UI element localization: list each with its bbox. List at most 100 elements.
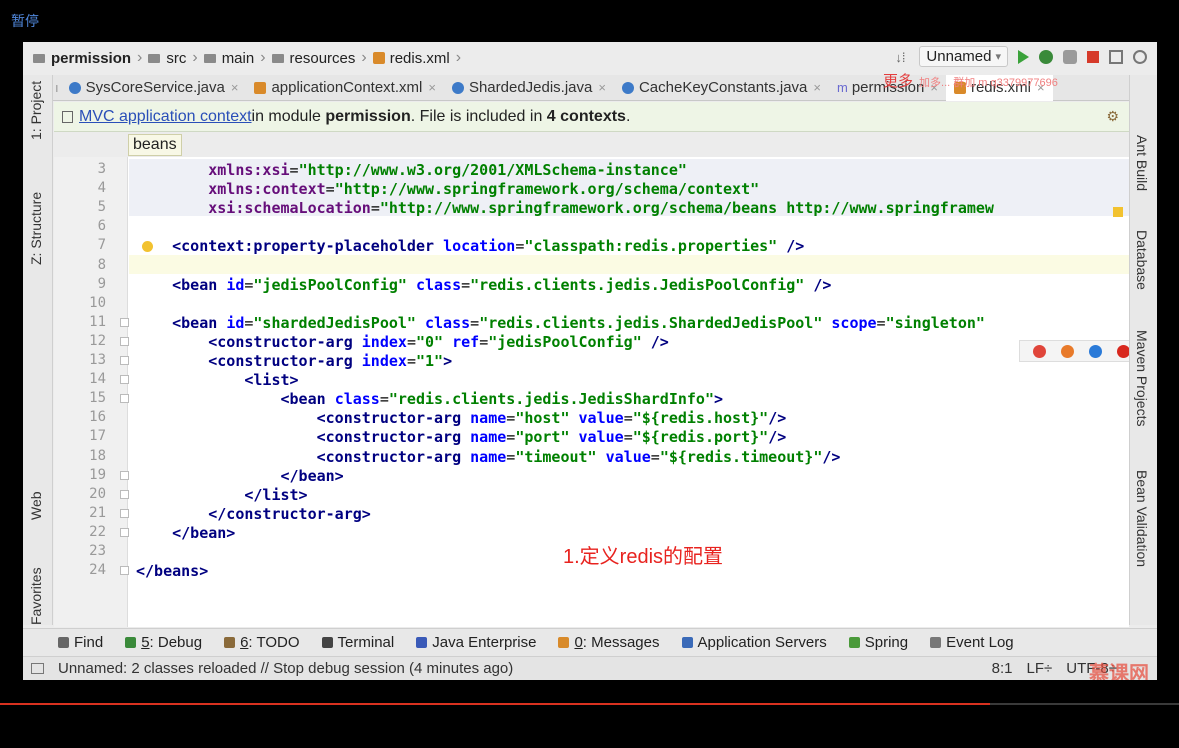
tool-tab-application-servers[interactable]: Application Servers [681,634,827,651]
coverage-icon[interactable] [1063,49,1077,64]
settings-icon[interactable]: ⚙ [1106,108,1119,125]
status-message: Unnamed: 2 classes reloaded // Stop debu… [58,660,514,677]
breadcrumb-main[interactable]: main › [203,49,272,67]
code-line[interactable]: <constructor-arg name="port" value="${re… [136,428,787,446]
tool-tab-label: Terminal [337,634,395,651]
debug-icon[interactable] [1039,49,1053,64]
fold-marker-icon[interactable] [120,470,129,480]
sort-icon[interactable]: ↓⁞ [895,50,909,65]
line-separator[interactable]: LF÷ [1027,660,1053,677]
tool-ant-build[interactable]: Ant Build [1134,135,1150,191]
breadcrumb-src[interactable]: src › [148,49,203,67]
tool-web[interactable]: Web [28,491,44,520]
search-icon[interactable] [1133,49,1147,64]
code-line[interactable]: </beans> [136,562,208,580]
code-line[interactable]: <constructor-arg name="host" value="${re… [136,409,787,428]
layout-icon[interactable] [1109,49,1123,64]
tab-syscoreservice[interactable]: SysCoreService.java × [61,75,247,101]
code-line[interactable]: <list> [136,371,298,389]
folder-icon [33,53,45,63]
event-log-icon [930,637,942,648]
close-icon[interactable]: × [813,80,821,95]
fold-marker-icon[interactable] [120,317,129,327]
tool-favorites[interactable]: Favorites [28,567,44,625]
tool-tab-find[interactable]: Find [58,634,103,651]
status-bar: Unnamed: 2 classes reloaded // Stop debu… [23,656,1157,680]
tab-cachekeyconstants[interactable]: CacheKeyConstants.java × [614,75,829,101]
tool-tab-java-enterprise[interactable]: Java Enterprise [416,634,536,651]
code-line[interactable]: <bean class="redis.clients.jedis.JedisSh… [136,390,724,409]
left-tool-strip: 1: Project Z: Structure Web Favorites [23,75,53,625]
fold-marker-icon[interactable] [120,508,129,518]
code-token: <constructor-arg [208,332,362,351]
code-line[interactable]: xsi:schemaLocation="http://www.springfra… [136,199,994,217]
fold-marker-icon[interactable] [120,566,129,576]
code-line[interactable]: </bean> [136,467,344,485]
breadcrumb-permission[interactable]: permission › [33,49,148,67]
code-line[interactable]: <constructor-arg index="1"> [136,352,452,370]
code-line[interactable]: xmlns:xsi="http://www.w3.org/2001/XMLSch… [136,161,687,179]
tool-tab-event-log[interactable]: Event Log [930,634,1014,651]
right-tool-strip: Ant Build Database Maven Projects Bean V… [1129,75,1157,625]
code-token: "host" [515,409,570,428]
safari-icon[interactable] [1088,344,1102,358]
tab-shardedjedis[interactable]: ShardedJedis.java × [444,75,614,101]
video-progress-bar[interactable] [0,703,1179,705]
code-line[interactable]: <constructor-arg name="timeout" value="$… [136,447,841,466]
chrome-icon[interactable] [1033,344,1047,358]
tool-tab-debug[interactable]: 5: Debug [125,634,202,651]
run-config-selector[interactable]: Unnamed ▾ [919,46,1008,67]
code-token: "singleton" [885,313,985,332]
fold-marker-icon[interactable] [120,394,129,404]
fold-marker-icon[interactable] [120,489,129,499]
code-line[interactable]: </constructor-arg> [136,505,371,523]
code-line[interactable]: <context:property-placeholder location="… [136,237,804,255]
code-line[interactable]: </list> [136,486,307,504]
line-number: 21 [89,504,106,521]
fold-marker-icon[interactable] [120,356,129,365]
line-number: 9 [97,275,106,292]
code-line[interactable]: <bean id="jedisPoolConfig" class="redis.… [136,276,831,294]
tool-project[interactable]: 1: Project [28,81,44,140]
close-icon[interactable]: × [428,80,436,95]
stop-icon[interactable] [1087,50,1099,63]
tool-bean-validation[interactable]: Bean Validation [1134,470,1150,567]
tool-tab-terminal[interactable]: Terminal [321,634,395,651]
code-line[interactable]: xmlns:context="http://www.springframewor… [136,180,759,198]
tool-maven-projects[interactable]: Maven Projects [1134,330,1150,426]
firefox-icon[interactable] [1061,344,1075,358]
tool-structure[interactable]: Z: Structure [28,192,44,265]
tool-tab-todo[interactable]: 6: TODO [224,634,300,651]
mvc-context-link[interactable]: MVC application context [79,108,252,126]
code-token: </bean> [172,523,236,542]
code-line[interactable]: </bean> [136,524,235,542]
code-token: class [415,275,462,294]
tool-tab-spring[interactable]: Spring [848,634,908,651]
pause-label[interactable]: 暂停 [11,11,39,31]
warning-marker[interactable] [1113,207,1123,217]
code-line[interactable]: <bean id="shardedJedisPool" class="redis… [136,314,985,332]
tool-database[interactable]: Database [1134,230,1150,290]
line-number: 10 [89,294,106,311]
breadcrumb-redis-xml[interactable]: redis.xml › [372,49,467,67]
xml-breadcrumb-beans[interactable]: beans [128,134,182,156]
close-icon[interactable]: × [231,80,239,95]
code-token: "redis.clients.jedis.JedisShardInfo" [388,390,714,409]
close-icon[interactable]: × [598,80,606,95]
opera-icon[interactable] [1116,344,1129,358]
breadcrumb-resources[interactable]: resources › [271,49,373,67]
tool-tab-messages[interactable]: 0: Messages [558,634,660,651]
run-icon[interactable] [1018,49,1029,64]
fold-marker-icon[interactable] [120,527,129,537]
tabs-scroll-left[interactable]: ı [53,80,61,95]
fold-marker-icon[interactable] [120,375,129,385]
code-token: "timeout" [515,447,597,466]
fold-marker-icon[interactable] [120,336,129,346]
tab-applicationcontext[interactable]: applicationContext.xml × [246,75,444,101]
cursor-position[interactable]: 8:1 [992,660,1013,677]
code-line[interactable]: <constructor-arg index="0" ref="jedisPoo… [136,333,669,351]
layout-toggle-icon[interactable] [31,663,44,674]
